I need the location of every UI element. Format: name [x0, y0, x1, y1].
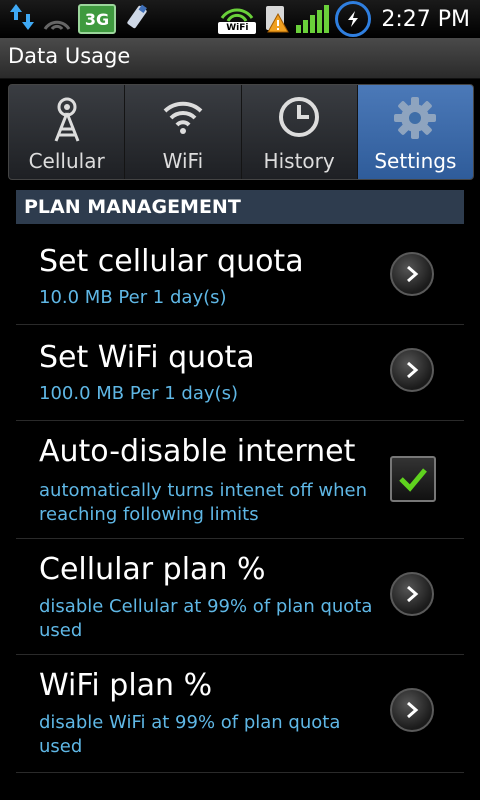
gear-icon: [392, 95, 438, 145]
item-summary: disable Cellular at 99% of plan quota us…: [39, 596, 373, 641]
item-title: WiFi plan %: [39, 668, 213, 703]
sync-icon: [335, 1, 372, 37]
antenna-icon: [50, 95, 84, 147]
item-summary: 100.0 MB Per 1 day(s): [39, 383, 238, 404]
chevron-right-icon[interactable]: [390, 252, 434, 296]
title-bar: Data Usage: [0, 38, 480, 79]
wifi-icon: [161, 95, 205, 139]
tab-label: WiFi: [162, 149, 204, 173]
chevron-right-icon[interactable]: [390, 688, 434, 732]
tab-label: Settings: [374, 149, 457, 173]
tab-settings[interactable]: Settings: [357, 85, 473, 179]
list-item-set-wifi-quota[interactable]: Set WiFi quota 100.0 MB Per 1 day(s): [16, 324, 464, 421]
usb-icon: [122, 2, 152, 36]
list-item-wifi-plan-percent[interactable]: WiFi plan % disable WiFi at 99% of plan …: [16, 654, 464, 773]
item-summary: disable WiFi at 99% of plan quota used: [39, 712, 341, 757]
page-title: Data Usage: [8, 44, 131, 68]
item-title: Set cellular quota: [39, 244, 304, 279]
auto-disable-checkbox[interactable]: [390, 456, 436, 502]
list-item-set-cellular-quota[interactable]: Set cellular quota 10.0 MB Per 1 day(s): [16, 226, 464, 325]
empty-signal-icon: [42, 3, 72, 35]
wifi-icon: WiFi: [216, 4, 258, 34]
list-item-cellular-plan-percent[interactable]: Cellular plan % disable Cellular at 99% …: [16, 538, 464, 655]
sim-warning-icon: [264, 4, 290, 34]
clock-icon: [277, 95, 321, 143]
item-title: Cellular plan %: [39, 552, 266, 587]
section-title: PLAN MANAGEMENT: [24, 196, 241, 218]
clock-time: 2:27 PM: [381, 6, 470, 32]
tab-wifi[interactable]: WiFi: [125, 85, 242, 179]
tab-bar: Cellular WiFi History Settings: [8, 84, 474, 180]
wifi-label: WiFi: [218, 22, 257, 34]
tab-label: Cellular: [28, 149, 105, 173]
item-title: Set WiFi quota: [39, 340, 255, 375]
status-bar: 3G WiFi 2:27 PM: [0, 0, 480, 38]
cell-signal-icon: [296, 5, 330, 33]
chevron-right-icon[interactable]: [390, 348, 434, 392]
chevron-right-icon[interactable]: [390, 572, 434, 616]
download-arrows-icon: [8, 2, 36, 36]
item-summary: 10.0 MB Per 1 day(s): [39, 287, 227, 308]
item-summary: automatically turns intenet off when rea…: [39, 480, 368, 525]
section-header: PLAN MANAGEMENT: [16, 190, 464, 224]
3g-icon: 3G: [78, 4, 116, 34]
tab-label: History: [263, 149, 335, 173]
tab-cellular[interactable]: Cellular: [9, 85, 126, 179]
tab-history[interactable]: History: [242, 85, 358, 179]
item-title: Auto-disable internet: [39, 434, 356, 469]
list-item-auto-disable-internet[interactable]: Auto-disable internet automatically turn…: [16, 420, 464, 539]
